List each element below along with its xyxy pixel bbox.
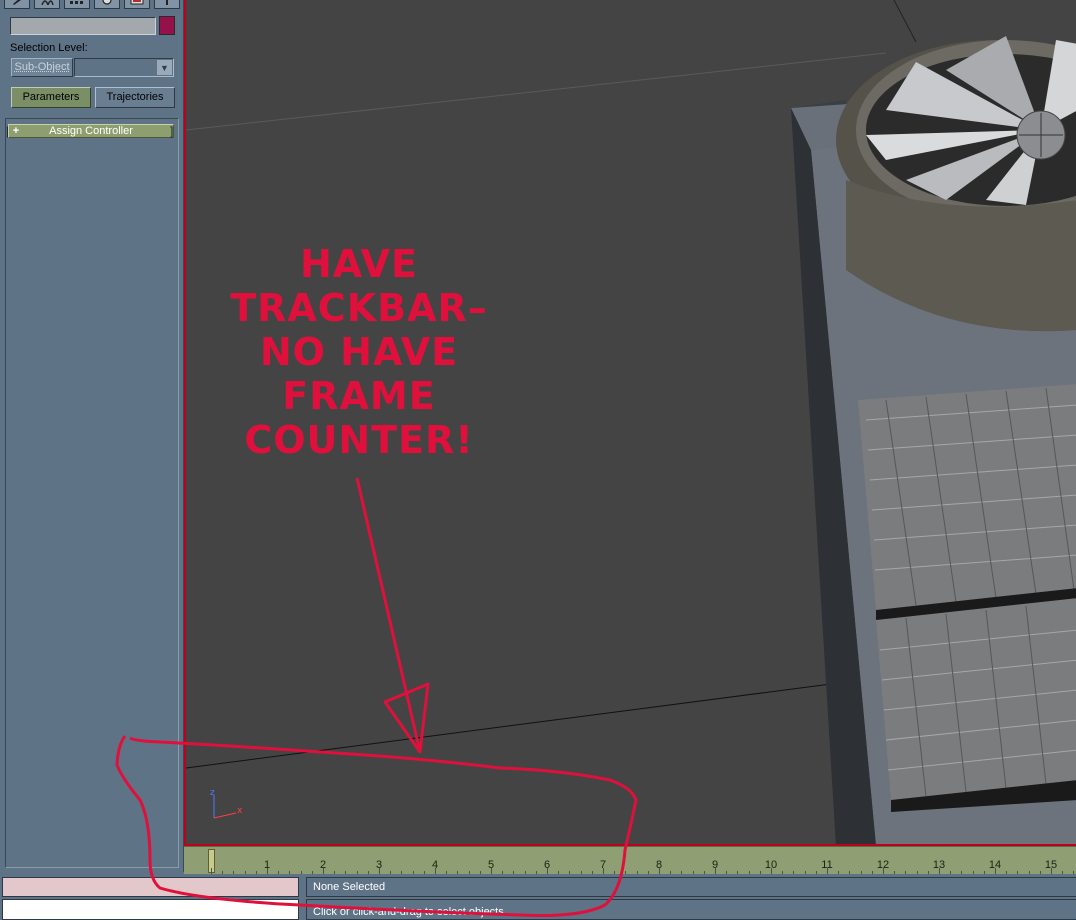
trackbar-frame-label: 12 xyxy=(876,859,890,871)
annotation-line: FRAME xyxy=(282,374,436,418)
annotation-line: TRACKBAR– xyxy=(230,286,488,330)
annotation-line: NO HAVE xyxy=(259,330,459,374)
sub-object-dropdown[interactable]: ▼ xyxy=(74,58,174,77)
maxscript-input-field[interactable] xyxy=(2,899,299,920)
sub-object-button[interactable]: Sub-Object xyxy=(11,58,73,77)
axis-x-label: x xyxy=(237,806,243,816)
display-icon xyxy=(129,0,145,5)
max-window: Selection Level: Sub-Object ▼ Parameters… xyxy=(0,0,1076,920)
expand-icon: + xyxy=(12,125,20,137)
utilities-tab[interactable] xyxy=(154,0,180,9)
parameters-button[interactable]: Parameters xyxy=(11,87,91,108)
selection-level-label: Selection Level: xyxy=(10,42,88,54)
chevron-down-icon[interactable]: ▼ xyxy=(157,60,172,75)
display-tab[interactable] xyxy=(124,0,150,9)
trackbar-frame-label: 15 xyxy=(1044,859,1058,871)
trajectories-button[interactable]: Trajectories xyxy=(95,87,175,108)
trackbar-frame-label: 7 xyxy=(599,859,607,871)
trackbar-frame-label: 2 xyxy=(319,859,327,871)
trackbar-frame-label: 6 xyxy=(543,859,551,871)
axis-z-label: z xyxy=(210,788,215,798)
selection-status: None Selected xyxy=(306,877,1076,897)
trackbar-frame-label: 3 xyxy=(375,859,383,871)
axis-tripod: z x xyxy=(210,788,243,819)
rollout-bracket-right: ] xyxy=(170,124,174,138)
hierarchy-tab[interactable] xyxy=(64,0,90,9)
modify-icon xyxy=(40,0,54,5)
trackbar-frame-label: 9 xyxy=(711,859,719,871)
grid-line xyxy=(186,52,887,131)
modify-tab[interactable] xyxy=(34,0,60,9)
create-icon xyxy=(11,0,23,5)
grid-line xyxy=(893,0,917,43)
trackbar-frame-label: 4 xyxy=(431,859,439,871)
annotation-line: HAVE xyxy=(300,242,418,286)
command-panel: Selection Level: Sub-Object ▼ Parameters… xyxy=(0,0,184,872)
object-name-field[interactable] xyxy=(10,17,156,35)
annotation-text: HAVE TRACKBAR– NO HAVE FRAME COUNTER! xyxy=(214,242,504,462)
annotation-line: COUNTER! xyxy=(244,418,474,462)
rollout-area xyxy=(5,118,179,868)
hierarchy-icon xyxy=(69,0,85,5)
trackbar-frame-label: 14 xyxy=(988,859,1002,871)
create-tab[interactable] xyxy=(4,0,30,9)
trackbar-frame-label: 10 xyxy=(764,859,778,871)
command-panel-tabs xyxy=(0,0,184,10)
trackbar-frame-label: 5 xyxy=(487,859,495,871)
maxscript-listener-field[interactable] xyxy=(2,877,299,897)
trackbar-frame-label: 11 xyxy=(821,859,833,871)
time-trackbar[interactable]: 1 2 3 4 5 6 7 8 9 10 11 12 13 14 15 xyxy=(184,846,1076,874)
object-color-swatch[interactable] xyxy=(159,16,175,35)
grid-line xyxy=(186,681,847,769)
prompt-line: Click or click-and-drag to select object… xyxy=(306,899,1076,920)
assign-controller-rollout[interactable]: + Assign Controller xyxy=(8,124,174,138)
motion-tab[interactable] xyxy=(94,0,120,9)
trackbar-frame-label: 8 xyxy=(655,859,663,871)
utilities-icon xyxy=(162,0,172,5)
status-bar: None Selected Click or click-and-drag to… xyxy=(0,874,1076,920)
rollout-title: Assign Controller xyxy=(49,125,133,137)
trackbar-frame-label: 1 xyxy=(263,859,271,871)
motion-icon xyxy=(101,0,113,5)
ac-unit-model xyxy=(791,36,1076,844)
trackbar-frame-label: 13 xyxy=(932,859,946,871)
